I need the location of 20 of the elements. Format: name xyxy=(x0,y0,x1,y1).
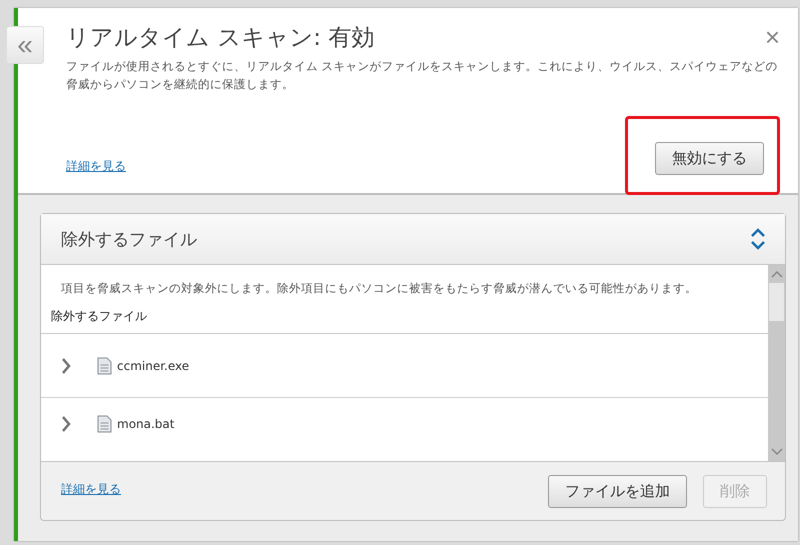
list-heading: 除外するファイル xyxy=(41,296,768,334)
document-icon xyxy=(97,415,112,433)
details-link[interactable]: 詳細を見る xyxy=(66,158,126,175)
description-text: ファイルが使用されるとすぐに、リアルタイム スキャンがファイルをスキャンします。これにより、ウイルス、スパイウェアなどの脅威からパソコンを継続的に保護します。 xyxy=(66,58,779,94)
expand-collapse-icon[interactable] xyxy=(749,226,767,252)
close-button[interactable]: × xyxy=(760,22,784,53)
section-description: 項目を脅威スキャンの対象外にします。除外項目にもパソコンに被害をもたらす脅威が潜んでいる可能性があります。 xyxy=(60,280,698,296)
document-icon xyxy=(97,356,112,374)
section-title: 除外するファイル xyxy=(61,228,197,250)
details-link[interactable]: 詳細を見る xyxy=(61,480,121,498)
scroll-thumb[interactable] xyxy=(769,283,784,321)
section-header[interactable]: 除外するファイル xyxy=(41,214,785,265)
action-button[interactable]: ファイルを追加 xyxy=(548,474,687,508)
disable-button[interactable]: 無効にする xyxy=(655,142,764,175)
file-row[interactable]: mona.bat xyxy=(41,398,768,450)
panel-title: リアルタイム スキャン: 有効 xyxy=(66,24,374,53)
file-row[interactable]: ccminer.exe xyxy=(41,334,768,398)
file-name: ccminer.exe xyxy=(117,358,190,372)
file-name: mona.bat xyxy=(117,417,174,431)
scrollbar[interactable] xyxy=(768,265,785,461)
